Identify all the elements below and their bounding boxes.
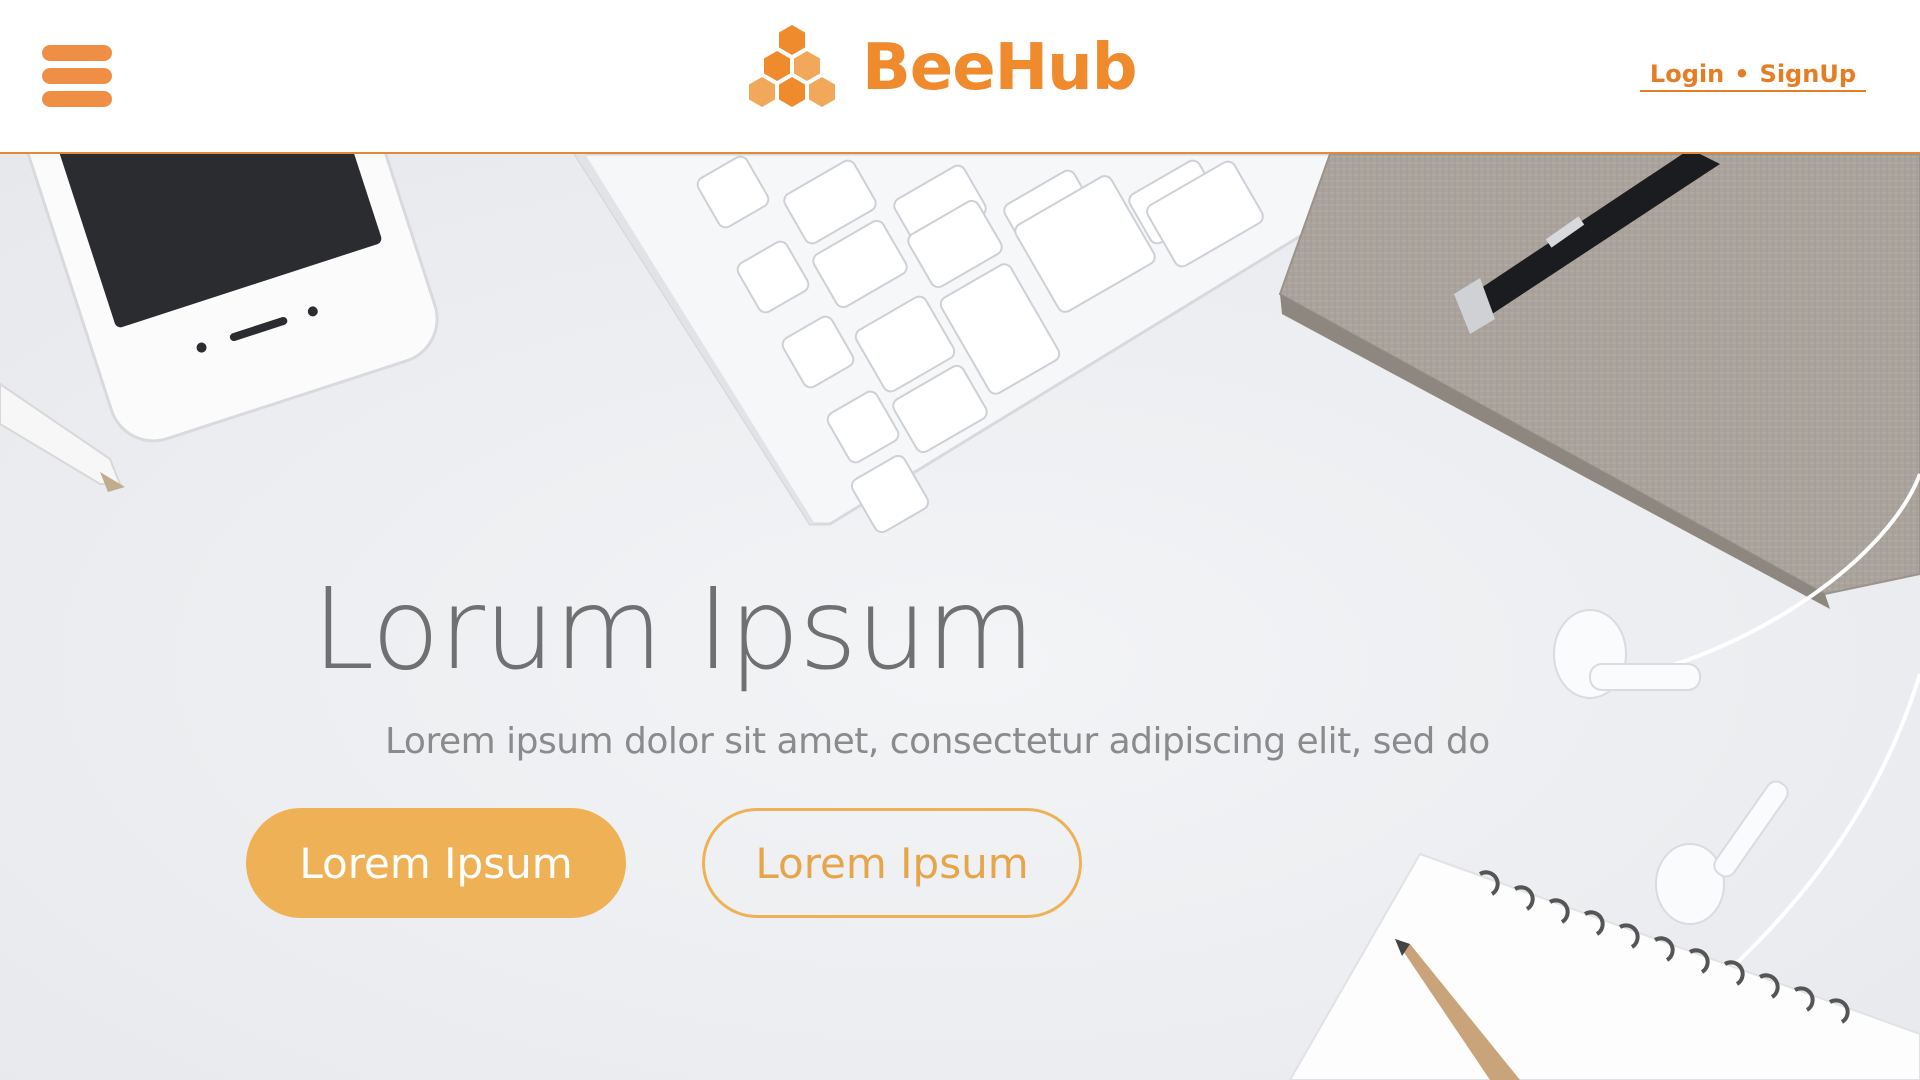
hero-section: Lorum Ipsum Lorem ipsum dolor sit amet, … — [0, 154, 1920, 1080]
secondary-cta-button[interactable]: Lorem Ipsum — [702, 808, 1082, 918]
menu-bar — [42, 45, 112, 61]
login-link[interactable]: Login — [1650, 60, 1724, 88]
primary-cta-button[interactable]: Lorem Ipsum — [246, 808, 626, 918]
signup-link[interactable]: SignUp — [1760, 60, 1856, 88]
hero-title: Lorum Ipsum — [312, 565, 1035, 695]
menu-bar — [42, 91, 112, 107]
brand[interactable]: BeeHub — [746, 22, 1138, 114]
brand-name: BeeHub — [862, 31, 1138, 105]
honeycomb-logo-icon — [749, 25, 835, 107]
menu-bar — [42, 68, 112, 84]
auth-links: Login • SignUp — [1639, 60, 1866, 92]
hamburger-menu-icon[interactable] — [42, 43, 112, 109]
top-nav-bar: BeeHub Login • SignUp — [0, 0, 1920, 154]
auth-separator: • — [1734, 60, 1750, 88]
hero-subtitle: Lorem ipsum dolor sit amet, consectetur … — [385, 721, 1490, 762]
